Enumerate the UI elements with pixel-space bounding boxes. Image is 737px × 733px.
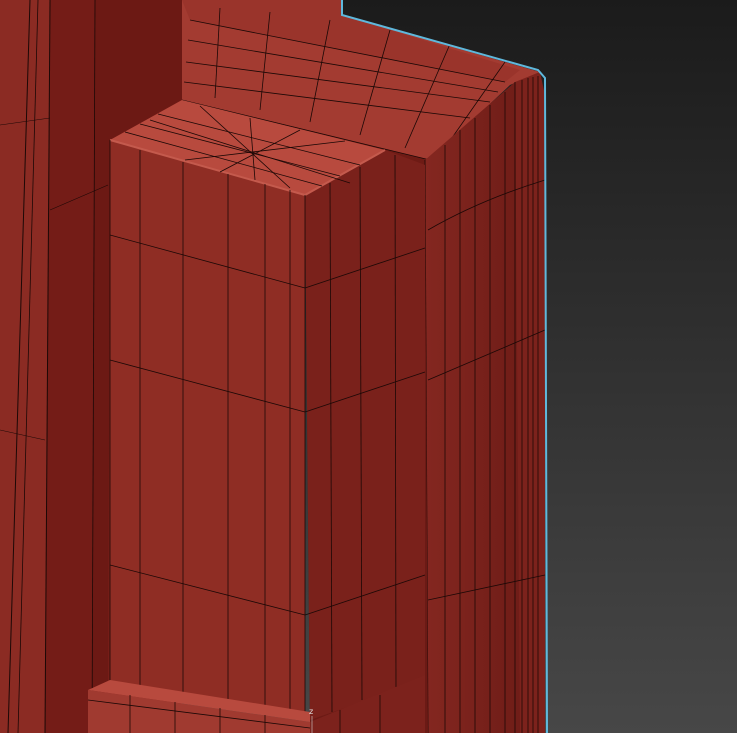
3d-viewport[interactable]: z — [0, 0, 737, 733]
front-block-mesh[interactable] — [109, 100, 426, 720]
z-axis-label: z — [309, 707, 313, 716]
viewport-scene[interactable]: z — [0, 0, 737, 733]
frame-jamb-mesh[interactable] — [424, 72, 546, 733]
